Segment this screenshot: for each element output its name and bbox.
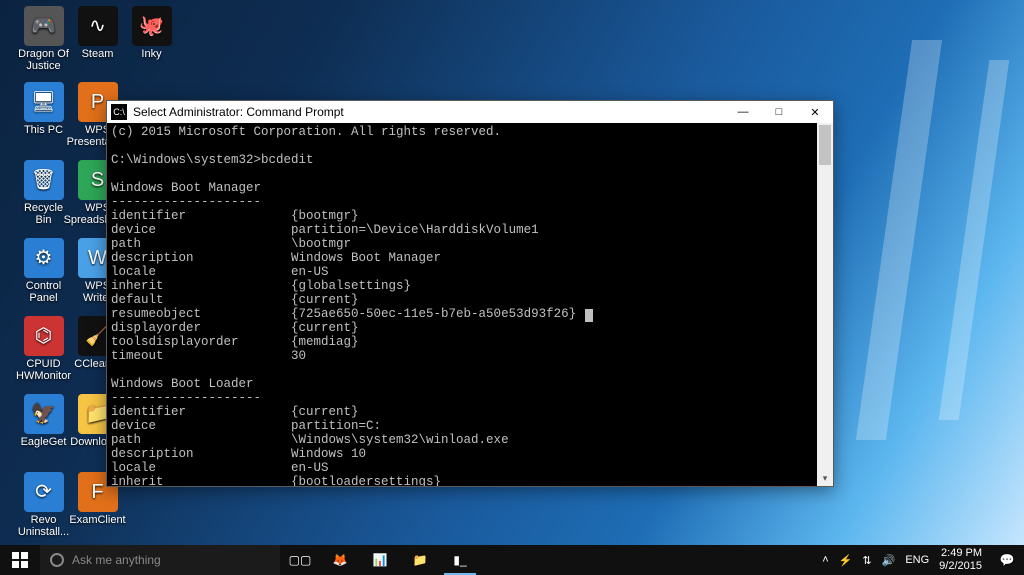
cmd-title: Select Administrator: Command Prompt <box>133 105 344 119</box>
inky-icon: 🐙 <box>132 6 172 46</box>
cmd-terminal[interactable]: (c) 2015 Microsoft Corporation. All righ… <box>107 123 833 486</box>
scroll-thumb[interactable] <box>819 125 831 165</box>
cpanel-icon: ⚙ <box>24 238 64 278</box>
taskbar-explorer-icon[interactable]: 📁 <box>400 545 440 575</box>
desktop-icon-cpanel[interactable]: ⚙Control Panel <box>16 238 71 304</box>
desktop-icon-label: Control Panel <box>26 280 61 304</box>
maximize-button[interactable]: □ <box>761 102 797 123</box>
dragon-icon: 🎮 <box>24 6 64 46</box>
windows-logo-icon <box>12 552 28 568</box>
desktop-icon-revo[interactable]: ⟳Revo Uninstall... <box>16 472 71 538</box>
revo-icon: ⟳ <box>24 472 64 512</box>
cortana-icon <box>50 553 64 567</box>
clock-time: 2:49 PM <box>939 547 982 560</box>
cmd-window[interactable]: C:\ Select Administrator: Command Prompt… <box>106 100 834 487</box>
scroll-down-arrow[interactable]: ▾ <box>817 470 833 486</box>
taskbar-taskview-icon[interactable]: ▢▢ <box>280 545 320 575</box>
desktop-icon-label: EagleGet <box>21 436 67 448</box>
taskbar: Ask me anything ▢▢🦊📊📁▮_ ˄ ⚡ ⇅ 🔊 ENG 2:49… <box>0 545 1024 575</box>
terminal-cursor <box>585 309 593 322</box>
tray-chevron-icon[interactable]: ˄ <box>822 554 828 566</box>
clock-date: 9/2/2015 <box>939 560 982 573</box>
taskbar-clock[interactable]: 2:49 PM 9/2/2015 <box>935 545 990 575</box>
start-button[interactable] <box>0 545 40 575</box>
desktop-icon-label: Revo Uninstall... <box>18 514 69 538</box>
desktop-icon-inky[interactable]: 🐙 Inky <box>124 6 179 60</box>
tray-language[interactable]: ENG <box>905 554 929 566</box>
cpuid-icon: ⌬ <box>24 316 64 356</box>
task-icons: ▢▢🦊📊📁▮_ <box>280 545 480 575</box>
tray-network-icon[interactable]: ⇅ <box>862 554 871 567</box>
cmd-icon: C:\ <box>111 104 127 120</box>
desktop-icon-label: ExamClient <box>69 514 125 526</box>
scrollbar[interactable]: ▴ ▾ <box>817 123 833 486</box>
eagleget-icon: 🦅 <box>24 394 64 434</box>
desktop-icon-cpuid[interactable]: ⌬CPUID HWMonitor <box>16 316 71 382</box>
close-button[interactable]: ✕ <box>797 102 833 123</box>
desktop-icon-label: This PC <box>24 124 63 136</box>
desktop-icon-label: Steam <box>82 48 114 60</box>
thispc-icon: 🖥 <box>24 82 64 122</box>
search-placeholder: Ask me anything <box>72 553 161 567</box>
desktop-icon-label: CPUID HWMonitor <box>16 358 71 382</box>
recycle-icon: 🗑 <box>24 160 64 200</box>
desktop-icon-steam[interactable]: ∿ Steam <box>70 6 125 60</box>
tray-power-icon[interactable]: ⚡ <box>839 554 853 567</box>
tray-volume-icon[interactable]: 🔊 <box>882 554 896 567</box>
cmd-titlebar[interactable]: C:\ Select Administrator: Command Prompt… <box>107 101 833 123</box>
notification-icon: 💬 <box>1000 553 1015 567</box>
desktop-icon-eagleget[interactable]: 🦅 EagleGet <box>16 394 71 448</box>
desktop-icon-label: Dragon Of Justice <box>18 48 69 72</box>
taskbar-firefox-icon[interactable]: 🦊 <box>320 545 360 575</box>
desktop-icon-dragon[interactable]: 🎮Dragon Of Justice <box>16 6 71 72</box>
taskbar-cmd-icon[interactable]: ▮_ <box>440 545 480 575</box>
taskbar-wps-icon[interactable]: 📊 <box>360 545 400 575</box>
steam-icon: ∿ <box>78 6 118 46</box>
action-center-button[interactable]: 💬 <box>990 545 1024 575</box>
desktop-icon-label: Inky <box>141 48 161 60</box>
system-tray: ˄ ⚡ ⇅ 🔊 ENG <box>816 545 935 575</box>
minimize-button[interactable]: ― <box>725 102 761 123</box>
desktop-icon-thispc[interactable]: 🖥 This PC <box>16 82 71 136</box>
search-input[interactable]: Ask me anything <box>40 545 280 575</box>
